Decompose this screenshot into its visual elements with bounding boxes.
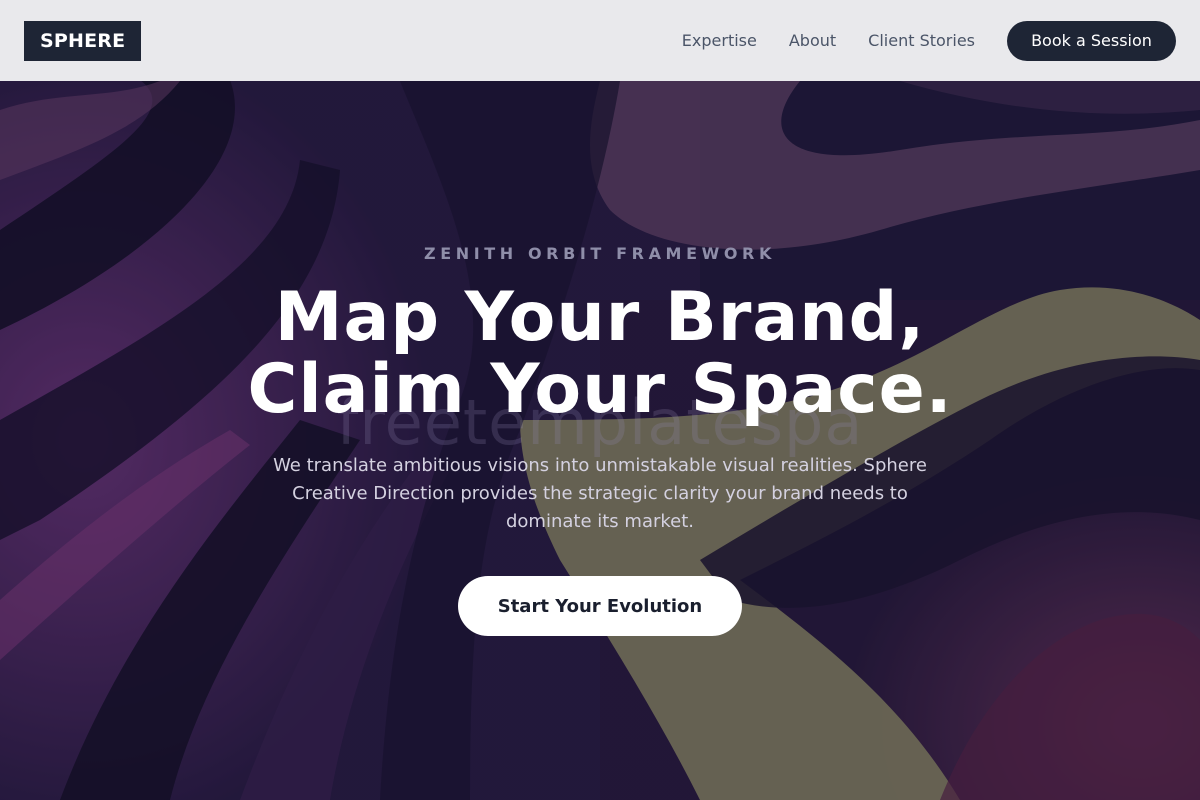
brand-logo[interactable]: SPHERE: [24, 20, 142, 61]
landing-page: SPHERE Expertise About Client Stories Bo…: [0, 0, 1200, 800]
top-navbar: SPHERE Expertise About Client Stories Bo…: [0, 0, 1200, 81]
hero-eyebrow: ZENITH ORBIT FRAMEWORK: [424, 244, 776, 263]
hero-headline-line-2: Claim Your Space.: [247, 350, 953, 429]
start-evolution-button[interactable]: Start Your Evolution: [458, 576, 742, 636]
hero-section: ZENITH ORBIT FRAMEWORK freetemplatespa M…: [0, 0, 1200, 800]
nav-link-client-stories[interactable]: Client Stories: [868, 31, 975, 50]
nav-link-expertise[interactable]: Expertise: [682, 31, 757, 50]
main-nav: Expertise About Client Stories Book a Se…: [682, 20, 1176, 61]
hero-description: We translate ambitious visions into unmi…: [273, 455, 927, 532]
hero-headline-line-1: Map Your Brand,: [274, 278, 926, 357]
nav-link-about[interactable]: About: [789, 31, 836, 50]
hero-headline: Map Your Brand, Claim Your Space.: [0, 282, 1200, 426]
book-session-button[interactable]: Book a Session: [1007, 20, 1176, 61]
